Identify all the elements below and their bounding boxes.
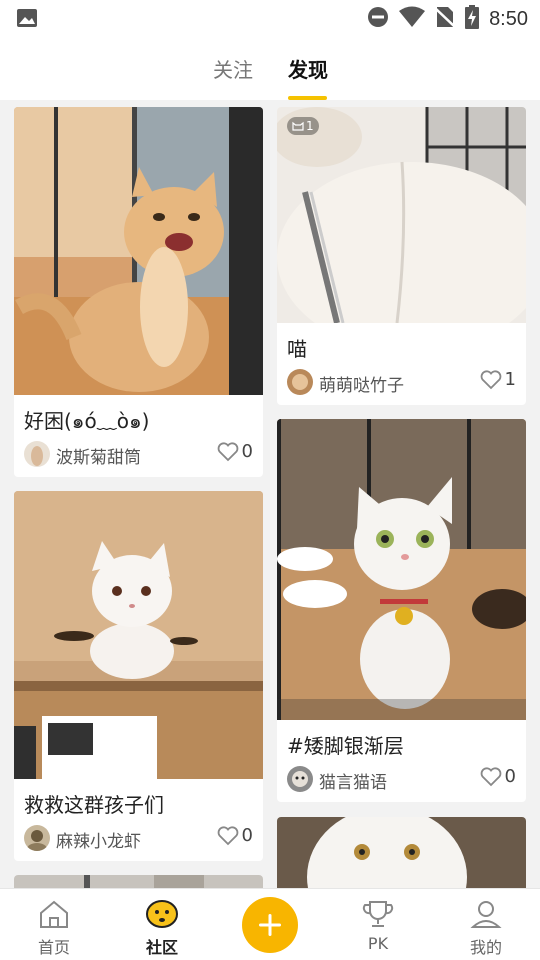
like-button[interactable]: 0 — [217, 825, 253, 846]
top-tab-bar: 关注 发现 — [0, 38, 540, 100]
bottom-nav-bar: 首页 社区 PK 我的 — [0, 888, 540, 960]
post-title: 好困(๑ó﹏ò๑) — [24, 409, 150, 433]
add-icon — [259, 914, 281, 936]
author-avatar[interactable] — [24, 441, 50, 467]
nav-pk-label: PK — [367, 934, 389, 953]
badge-count: 1 — [306, 119, 314, 133]
nav-community[interactable]: 社区 — [122, 899, 202, 958]
community-icon — [146, 900, 178, 928]
post-card[interactable] — [14, 875, 263, 888]
heart-icon — [217, 825, 238, 845]
post-title: 救救这群孩子们 — [24, 793, 164, 817]
post-title: #矮脚银渐层 — [287, 734, 404, 758]
add-post-button[interactable] — [242, 897, 298, 953]
home-icon — [40, 900, 68, 928]
post-card[interactable]: 1 喵 萌萌哒竹子 1 — [277, 107, 526, 405]
author-name[interactable]: 麻辣小龙虾 — [56, 827, 141, 852]
heart-icon — [217, 441, 238, 461]
no-sim-icon — [434, 6, 456, 32]
nav-home[interactable]: 首页 — [14, 899, 94, 958]
do-not-disturb-icon — [367, 6, 389, 32]
clock: 8:50 — [489, 7, 528, 30]
post-title: 喵 — [287, 337, 307, 361]
nav-profile-label: 我的 — [469, 938, 502, 957]
trophy-icon — [362, 901, 394, 927]
like-count: 0 — [504, 766, 516, 787]
status-bar: 8:50 — [0, 0, 540, 38]
battery-charging-icon — [465, 5, 480, 33]
like-button[interactable]: 0 — [480, 766, 516, 787]
author-name[interactable]: 萌萌哒竹子 — [319, 371, 404, 396]
like-count: 0 — [241, 441, 253, 462]
like-button[interactable]: 0 — [217, 441, 253, 462]
cat-face-icon — [292, 121, 304, 131]
heart-icon — [480, 369, 501, 389]
like-count: 0 — [241, 825, 253, 846]
wifi-icon — [399, 6, 426, 32]
author-avatar[interactable] — [24, 825, 50, 851]
heart-icon — [480, 766, 501, 786]
post-image — [277, 817, 526, 888]
nav-pk[interactable]: PK — [338, 899, 418, 953]
author-name[interactable]: 波斯菊甜筒 — [56, 443, 141, 468]
author-avatar[interactable] — [287, 369, 313, 395]
author-avatar[interactable] — [287, 766, 313, 792]
post-image — [14, 491, 263, 779]
tab-follow[interactable]: 关注 — [213, 54, 253, 83]
post-card[interactable]: #矮脚银渐层 猫言猫语 0 — [277, 419, 526, 802]
discover-feed[interactable]: 好困(๑ó﹏ò๑) 波斯菊甜筒 0 救救这群孩子们 麻辣小龙虾 0 1 喵 萌萌… — [0, 100, 540, 888]
nav-community-label: 社区 — [145, 938, 178, 957]
nav-home-label: 首页 — [37, 938, 70, 957]
author-name[interactable]: 猫言猫语 — [319, 768, 387, 793]
post-image — [277, 419, 526, 720]
tab-discover[interactable]: 发现 — [288, 54, 328, 83]
post-card[interactable]: 好困(๑ó﹏ò๑) 波斯菊甜筒 0 — [14, 107, 263, 477]
photo-count-badge: 1 — [287, 117, 319, 135]
post-card[interactable]: 救救这群孩子们 麻辣小龙虾 0 — [14, 491, 263, 861]
like-count: 1 — [504, 369, 516, 390]
post-image — [14, 107, 263, 395]
post-image — [14, 875, 263, 888]
post-image — [277, 107, 526, 323]
post-card[interactable] — [277, 817, 526, 888]
like-button[interactable]: 1 — [480, 369, 516, 390]
profile-icon — [470, 901, 502, 928]
gallery-notification-icon — [16, 8, 38, 32]
nav-profile[interactable]: 我的 — [446, 899, 526, 958]
